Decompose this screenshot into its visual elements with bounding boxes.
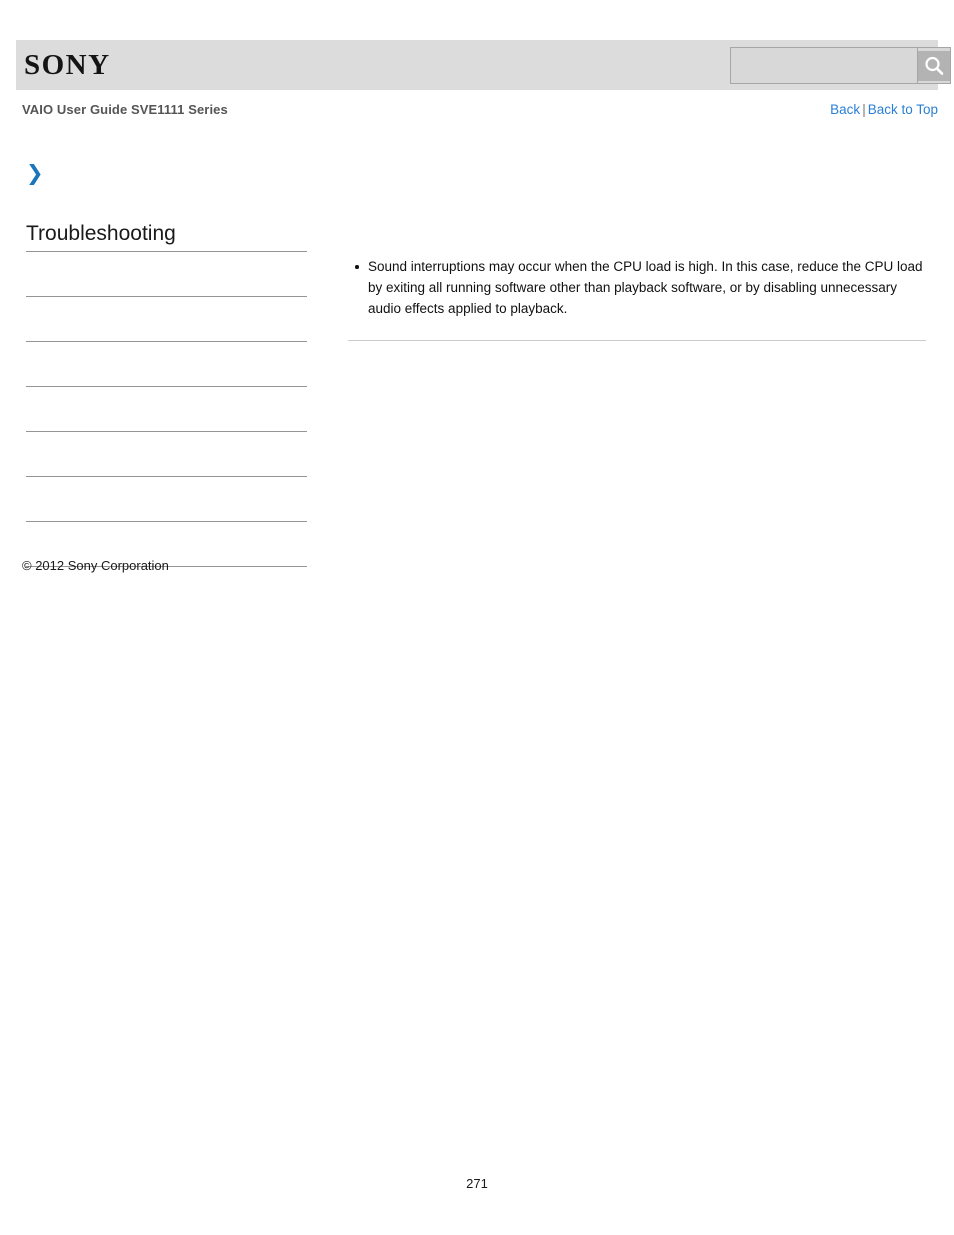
content-divider	[348, 340, 926, 341]
content-bullet-list: Sound interruptions may occur when the C…	[348, 256, 926, 319]
page-number: 271	[466, 1176, 488, 1191]
back-link[interactable]: Back	[830, 102, 860, 117]
back-to-top-link[interactable]: Back to Top	[868, 102, 938, 117]
nav-separator: |	[862, 102, 866, 117]
sidebar-item-0[interactable]	[26, 252, 307, 297]
guide-title: VAIO User Guide SVE1111 Series	[22, 102, 228, 117]
sidebar-item-1[interactable]	[26, 297, 307, 342]
sidebar-item-5[interactable]	[26, 477, 307, 522]
sidebar-item-4[interactable]	[26, 432, 307, 477]
search-icon	[918, 50, 950, 81]
header-navigation: Back | Back to Top	[830, 102, 938, 117]
double-chevron-right-icon: ❯	[26, 161, 44, 185]
copyright-notice: © 2012 Sony Corporation	[22, 558, 169, 573]
search-box	[730, 47, 951, 84]
main-content: Sound interruptions may occur when the C…	[348, 256, 926, 319]
sidebar-item-2[interactable]	[26, 342, 307, 387]
sidebar: Troubleshooting	[26, 220, 307, 567]
site-header: SONY	[16, 40, 951, 90]
list-item: Sound interruptions may occur when the C…	[348, 256, 926, 319]
sidebar-list	[26, 252, 307, 567]
search-input[interactable]	[730, 47, 917, 84]
sony-logo: SONY	[24, 49, 111, 81]
search-button[interactable]	[917, 47, 951, 84]
sidebar-heading: Troubleshooting	[26, 220, 307, 252]
sidebar-item-3[interactable]	[26, 387, 307, 432]
